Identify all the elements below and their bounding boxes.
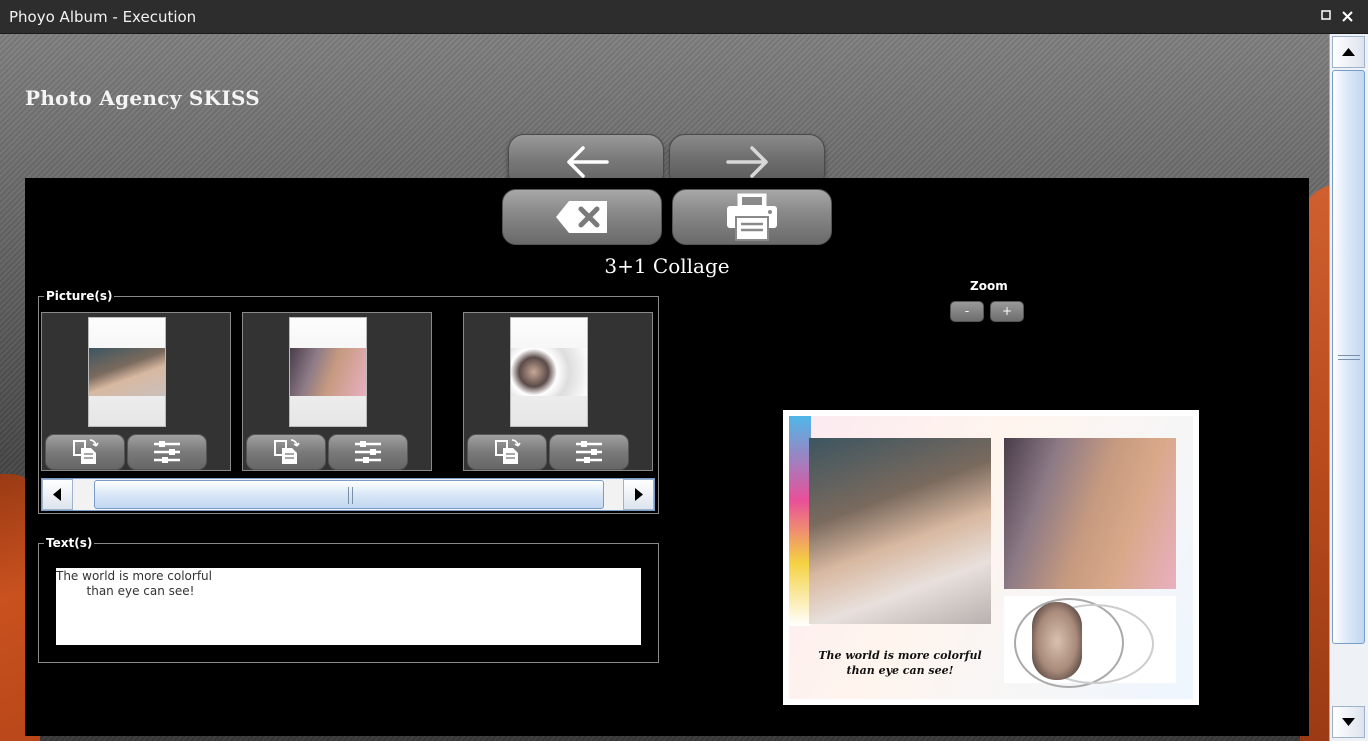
pictures-scrollbar[interactable]	[41, 478, 655, 511]
picture-card-1	[41, 312, 231, 471]
collage-canvas: The world is more colorful than eye can …	[789, 416, 1193, 699]
scroll-right-button[interactable]	[623, 479, 654, 510]
collage-title: 3+1 Collage	[604, 254, 730, 278]
replace-file-icon	[274, 439, 300, 464]
picture-thumbnail[interactable]	[289, 317, 367, 427]
preview-photo-girl	[1004, 438, 1176, 589]
adjust-picture-button[interactable]	[127, 434, 207, 470]
preview-photo-family	[809, 438, 991, 624]
delete-button[interactable]	[502, 189, 662, 245]
printer-icon	[727, 193, 777, 241]
texts-group: Text(s) The world is more colorful than …	[38, 536, 659, 663]
scroll-up-button[interactable]	[1332, 36, 1365, 68]
replace-picture-button[interactable]	[467, 434, 547, 470]
print-button[interactable]	[672, 189, 832, 245]
scroll-left-button[interactable]	[42, 479, 73, 510]
replace-file-icon	[495, 439, 521, 464]
texts-legend: Text(s)	[44, 536, 95, 550]
scroll-grip	[348, 487, 353, 504]
arrow-left-icon	[567, 146, 609, 178]
backspace-icon	[556, 201, 607, 233]
close-icon[interactable]	[1339, 9, 1355, 25]
scroll-thumb[interactable]	[1332, 70, 1365, 644]
content-panel: 3+1 Collage Picture(s) Text(s) The world…	[25, 178, 1309, 736]
picture-thumbnail[interactable]	[510, 317, 588, 427]
replace-picture-button[interactable]	[246, 434, 326, 470]
collage-preview: The world is more colorful than eye can …	[783, 410, 1199, 705]
sliders-icon	[576, 441, 602, 463]
replace-file-icon	[73, 439, 99, 464]
triangle-right-icon	[635, 488, 643, 501]
scroll-down-button[interactable]	[1332, 706, 1365, 738]
pictures-group: Picture(s)	[38, 289, 659, 514]
decor-stripe	[789, 416, 811, 626]
triangle-left-icon	[53, 488, 61, 501]
pictures-legend: Picture(s)	[44, 289, 115, 303]
preview-photo-woman	[1004, 596, 1176, 688]
window-scrollbar[interactable]	[1329, 34, 1368, 741]
picture-thumbnail[interactable]	[88, 317, 166, 427]
triangle-down-icon	[1342, 718, 1355, 726]
picture-card-2	[242, 312, 432, 471]
picture-card-3	[463, 312, 653, 471]
preview-caption: The world is more colorful than eye can …	[818, 649, 982, 677]
scroll-thumb[interactable]	[94, 480, 604, 509]
window-titlebar: Phoyo Album - Execution	[0, 0, 1368, 34]
triangle-up-icon	[1342, 48, 1355, 56]
woman-face	[1032, 602, 1082, 680]
zoom-in-button[interactable]: +	[990, 301, 1024, 322]
zoom-label: Zoom	[970, 279, 1008, 293]
sliders-icon	[154, 441, 180, 463]
sliders-icon	[355, 441, 381, 463]
adjust-picture-button[interactable]	[328, 434, 408, 470]
adjust-picture-button[interactable]	[549, 434, 629, 470]
maximize-icon[interactable]	[1318, 9, 1334, 25]
text-input[interactable]: The world is more colorful than eye can …	[56, 568, 641, 645]
app-title: Photo Agency SKISS	[25, 86, 261, 110]
zoom-out-button[interactable]: -	[950, 301, 984, 322]
window-title: Phoyo Album - Execution	[9, 8, 197, 26]
replace-picture-button[interactable]	[45, 434, 125, 470]
arrow-right-icon	[726, 146, 768, 178]
scroll-grip	[1338, 355, 1360, 360]
